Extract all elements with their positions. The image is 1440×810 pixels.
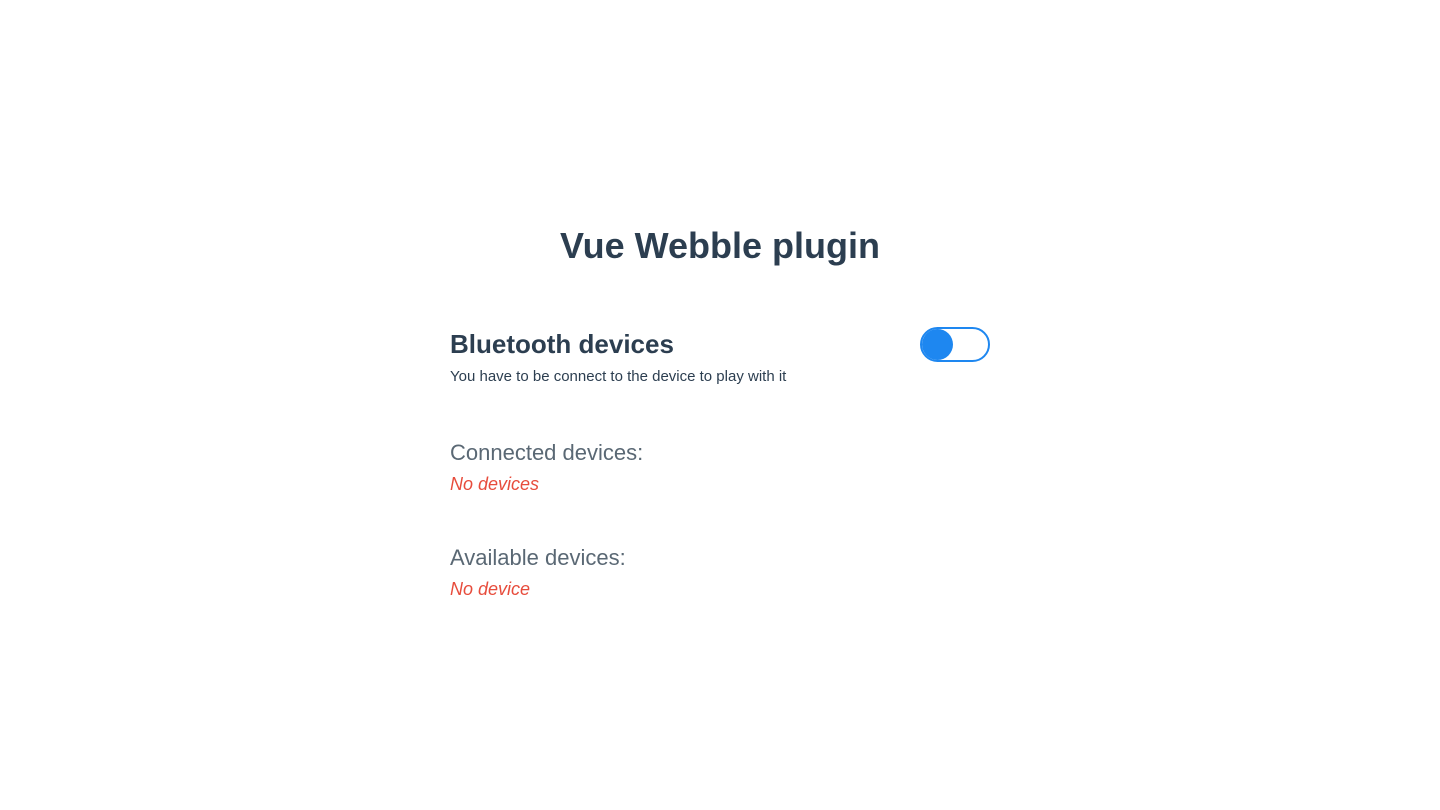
page-title: Vue Webble plugin [450,225,990,267]
toggle-knob [922,329,953,360]
bluetooth-section-title: Bluetooth devices [450,329,674,360]
available-devices-section: Available devices: No device [450,545,990,600]
connected-devices-section: Connected devices: No devices [450,440,990,495]
connected-devices-label: Connected devices: [450,440,990,466]
bluetooth-toggle[interactable] [920,327,990,362]
bluetooth-section-subtitle: You have to be connect to the device to … [450,368,990,385]
connected-devices-empty: No devices [450,474,990,495]
bluetooth-header-row: Bluetooth devices [450,327,990,362]
available-devices-label: Available devices: [450,545,990,571]
available-devices-empty: No device [450,579,990,600]
